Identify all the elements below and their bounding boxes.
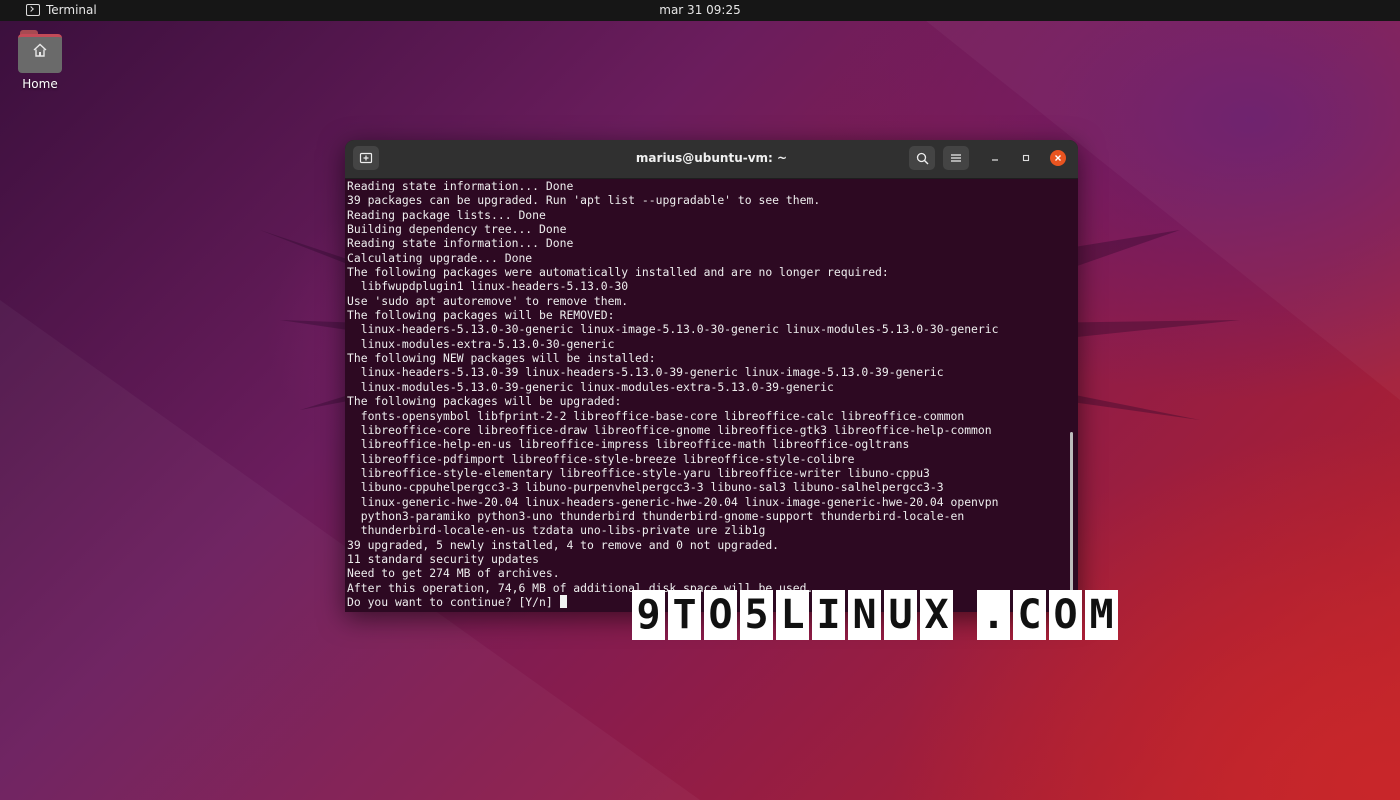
terminal-line: Building dependency tree... Done: [347, 222, 567, 237]
terminal-line: The following NEW packages will be insta…: [347, 351, 656, 366]
watermark-letter: C: [1013, 590, 1046, 640]
site-watermark: 9TO5LINUX .COM: [632, 590, 1121, 640]
terminal-line: python3-paramiko python3-uno thunderbird…: [347, 508, 965, 523]
search-button[interactable]: [909, 146, 935, 170]
terminal-line: libuno-cppuhelpergcc3-3 libuno-purpenvhe…: [347, 480, 944, 495]
watermark-letter: U: [884, 590, 917, 640]
watermark-letter: O: [704, 590, 737, 640]
minimize-button[interactable]: [987, 150, 1003, 166]
terminal-line: thunderbird-locale-en-us tzdata uno-libs…: [347, 523, 766, 538]
terminal-line: The following packages were automaticall…: [347, 265, 889, 280]
hamburger-menu-icon: [951, 154, 961, 162]
watermark-letter: N: [848, 590, 881, 640]
maximize-icon: [1022, 154, 1030, 162]
terminal-line: Reading state information... Done: [347, 179, 574, 193]
close-icon: [1055, 155, 1061, 161]
watermark-letter: M: [1085, 590, 1118, 640]
terminal-line: Calculating upgrade... Done: [347, 250, 533, 265]
terminal-line: libreoffice-help-en-us libreoffice-impre…: [347, 437, 910, 452]
terminal-line: libreoffice-style-elementary libreoffice…: [347, 465, 930, 480]
terminal-output[interactable]: Reading state information... Done 39 pack…: [347, 179, 1063, 609]
desktop-icon-home[interactable]: Home: [14, 28, 66, 91]
terminal-window[interactable]: marius@ubuntu-vm: ~ Reading state inform…: [345, 140, 1078, 612]
terminal-line: libreoffice-pdfimport libreoffice-style-…: [347, 451, 855, 466]
terminal-titlebar[interactable]: marius@ubuntu-vm: ~: [345, 140, 1078, 179]
home-folder-icon: [18, 28, 62, 73]
watermark-letter: O: [1049, 590, 1082, 640]
top-bar: Terminal mar 31 09:25: [0, 0, 1400, 21]
terminal-line: 39 packages can be upgraded. Run 'apt li…: [347, 193, 821, 208]
terminal-line: 39 upgraded, 5 newly installed, 4 to rem…: [347, 537, 780, 552]
terminal-line: Use 'sudo apt autoremove' to remove them…: [347, 293, 629, 308]
watermark-letter: 5: [740, 590, 773, 640]
watermark-letter: .: [977, 590, 1010, 640]
terminal-scrollbar[interactable]: [1070, 432, 1073, 602]
text-cursor: [559, 594, 567, 608]
watermark-letter: [956, 590, 974, 640]
system-tray[interactable]: [1390, 3, 1398, 17]
terminal-line: Need to get 274 MB of archives.: [347, 566, 560, 581]
terminal-line: linux-headers-5.13.0-30-generic linux-im…: [347, 322, 999, 337]
terminal-line: linux-headers-5.13.0-39 linux-headers-5.…: [347, 365, 944, 380]
house-icon: [33, 43, 47, 57]
terminal-line: The following packages will be upgraded:: [347, 394, 622, 409]
watermark-letter: I: [812, 590, 845, 640]
watermark-letter: 9: [632, 590, 665, 640]
search-icon: [916, 152, 928, 164]
home-label: Home: [22, 77, 58, 91]
terminal-line: libfwupdplugin1 linux-headers-5.13.0-30: [347, 279, 629, 294]
clock[interactable]: mar 31 09:25: [0, 3, 1400, 17]
terminal-line: linux-generic-hwe-20.04 linux-headers-ge…: [347, 494, 999, 509]
maximize-button[interactable]: [1018, 150, 1034, 166]
terminal-line: libreoffice-core libreoffice-draw libreo…: [347, 422, 992, 437]
terminal-line: linux-modules-5.13.0-39-generic linux-mo…: [347, 379, 834, 394]
minimize-icon: [992, 159, 998, 161]
terminal-line: Reading state information... Done: [347, 236, 574, 251]
watermark-letter: L: [776, 590, 809, 640]
terminal-line: The following packages will be REMOVED:: [347, 308, 615, 323]
close-button[interactable]: [1050, 150, 1066, 166]
terminal-line: Reading package lists... Done: [347, 207, 546, 222]
watermark-letter: T: [668, 590, 701, 640]
terminal-line: fonts-opensymbol libfprint-2-2 libreoffi…: [347, 408, 965, 423]
terminal-line: 11 standard security updates: [347, 551, 540, 566]
watermark-letter: X: [920, 590, 953, 640]
menu-button[interactable]: [943, 146, 969, 170]
terminal-line: linux-modules-extra-5.13.0-30-generic: [347, 336, 615, 351]
